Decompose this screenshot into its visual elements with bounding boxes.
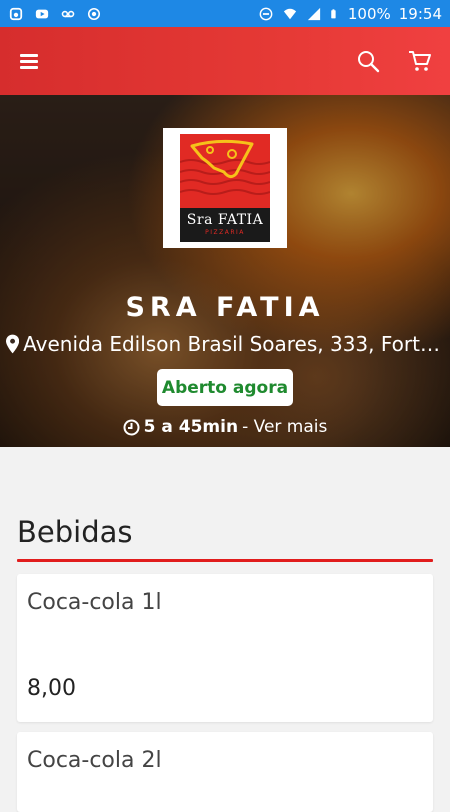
clock: 19:54: [398, 4, 442, 23]
address-text: Avenida Edilson Brasil Soares, 333, Fort…: [23, 332, 446, 356]
logo-subtitle: PIZZARIA: [205, 229, 245, 236]
location-pin-icon: [6, 334, 20, 354]
cart-icon[interactable]: [408, 49, 432, 73]
open-status-badge: Aberto agora: [157, 369, 293, 406]
dnd-icon: [259, 7, 273, 20]
store-address: Avenida Edilson Brasil Soares, 333, Fort…: [6, 332, 446, 356]
record-icon: [87, 7, 101, 20]
product-card[interactable]: Coca-cola 1l 8,00: [17, 574, 433, 722]
delivery-time[interactable]: 5 a 45min - Ver mais: [0, 417, 450, 437]
product-price: 8,00: [27, 676, 76, 701]
app-bar: [0, 27, 450, 95]
store-name: SRA FATIA: [125, 292, 325, 323]
eta-value: 5 a 45min: [143, 417, 239, 437]
store-logo: Sra FATIA PIZZARIA: [163, 128, 287, 248]
category-divider: [17, 559, 433, 562]
see-more-link[interactable]: - Ver mais: [242, 417, 327, 437]
hamburger-icon[interactable]: [18, 52, 40, 70]
wifi-icon: [283, 8, 296, 19]
store-hero: Sra FATIA PIZZARIA SRA FATIA Avenida Edi…: [0, 95, 450, 447]
youtube-icon: [35, 9, 49, 18]
clock-icon: [123, 419, 140, 435]
category-title: Bebidas: [17, 515, 133, 549]
status-bar: 100% 19:54: [0, 0, 450, 27]
notification-icon: [9, 7, 23, 20]
pizza-slice-icon: [180, 139, 270, 195]
product-card[interactable]: Coca-cola 2l: [17, 732, 433, 812]
search-icon[interactable]: [356, 49, 380, 73]
menu-content: Bebidas Coca-cola 1l 8,00 Coca-cola 2l: [0, 447, 450, 812]
product-name: Coca-cola 2l: [27, 748, 162, 773]
battery-icon: [331, 8, 336, 18]
logo-title: Sra FATIA: [186, 212, 264, 228]
product-name: Coca-cola 1l: [27, 590, 162, 615]
voicemail-icon: [61, 10, 75, 17]
signal-icon: [307, 7, 320, 20]
battery-level: 100%: [347, 4, 391, 23]
